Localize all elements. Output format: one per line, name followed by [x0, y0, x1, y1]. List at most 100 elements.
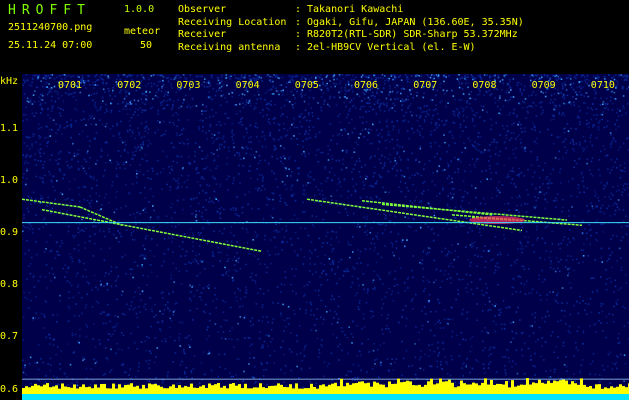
activity-bar-segment — [118, 384, 121, 394]
activity-bar-segment — [598, 384, 601, 394]
activity-bar-segment — [22, 387, 25, 394]
activity-bar-segment — [301, 388, 304, 394]
activity-bar-segment — [580, 378, 583, 394]
activity-bar-segment — [259, 383, 262, 394]
activity-bar-segment — [172, 384, 175, 394]
activity-bar-segment — [169, 386, 172, 394]
info-value: R820T2(RTL-SDR) SDR-Sharp 53.372MHz — [307, 29, 518, 40]
activity-bar-segment — [124, 385, 127, 394]
activity-bar-segment — [490, 379, 493, 394]
activity-bar-segment — [205, 387, 208, 394]
activity-bar-segment — [553, 380, 556, 394]
activity-bar-segment — [247, 388, 250, 394]
x-tick-label: 0703 — [176, 80, 201, 91]
activity-bar-segment — [529, 384, 532, 394]
activity-bar-segment — [46, 383, 49, 394]
activity-bar-segment — [481, 382, 484, 394]
spectrogram-plot — [22, 74, 629, 400]
info-colon: : — [295, 41, 302, 53]
activity-bar-segment — [211, 385, 214, 394]
activity-bar-segment — [478, 385, 481, 394]
activity-bar-segment — [460, 380, 463, 394]
activity-bar-segment — [265, 388, 268, 394]
date-time: 25.11.24 07:00 — [8, 40, 93, 51]
activity-bar-segment — [178, 385, 181, 394]
activity-bar-segment — [322, 384, 325, 394]
activity-bar-segment — [175, 387, 178, 394]
activity-bar-segment — [256, 387, 259, 394]
activity-bar-segment — [277, 383, 280, 394]
activity-bar-segment — [466, 384, 469, 394]
x-tick-label: 0708 — [472, 80, 497, 91]
activity-bar-segment — [52, 386, 55, 394]
activity-bar-segment — [49, 387, 52, 394]
info-colon: : — [295, 16, 302, 28]
activity-bar-segment — [262, 387, 265, 394]
activity-bar-segment — [145, 388, 148, 394]
activity-bar-segment — [292, 388, 295, 394]
activity-bar-segment — [307, 388, 310, 394]
activity-bar-segment — [202, 385, 205, 394]
baseline-strip — [22, 394, 629, 400]
activity-bar-segment — [379, 384, 382, 394]
activity-bar-segment — [568, 384, 571, 394]
activity-bar-segment — [427, 381, 430, 394]
x-tick-label: 0709 — [531, 80, 556, 91]
activity-bar-segment — [121, 387, 124, 394]
plot-background — [22, 74, 629, 400]
activity-bar-segment — [181, 387, 184, 394]
info-value: 2el-HB9CV Vertical (el. E-W) — [307, 41, 476, 53]
meteor-count: 50 — [140, 40, 153, 51]
activity-bar-segment — [208, 383, 211, 394]
activity-bar-segment — [97, 387, 100, 394]
activity-bar-segment — [412, 385, 415, 394]
activity-bar-segment — [331, 383, 334, 394]
activity-bar-segment — [199, 386, 202, 394]
activity-bar-segment — [391, 383, 394, 394]
activity-bar-segment — [280, 384, 283, 394]
activity-bar-segment — [592, 388, 595, 394]
activity-bar-segment — [64, 386, 67, 394]
activity-bar-segment — [148, 383, 151, 394]
activity-bar-segment — [463, 383, 466, 394]
activity-bar-segment — [451, 382, 454, 394]
activity-bar-segment — [625, 387, 628, 394]
activity-bar-segment — [562, 379, 565, 394]
activity-bar-segment — [160, 386, 163, 394]
activity-bar-segment — [40, 386, 43, 394]
activity-bar-segment — [571, 381, 574, 394]
y-tick-label: 0.7 — [0, 331, 19, 343]
activity-bar-segment — [328, 384, 331, 394]
activity-bar-segment — [343, 386, 346, 394]
activity-bar-segment — [217, 383, 220, 394]
activity-bar-segment — [334, 382, 337, 394]
activity-bar-segment — [133, 386, 136, 394]
activity-bar-segment — [166, 388, 169, 394]
activity-bar-segment — [235, 385, 238, 394]
activity-bar-segment — [94, 384, 97, 394]
activity-bar-segment — [55, 385, 58, 394]
activity-bar-segment — [376, 382, 379, 394]
y-tick-label: 1.0 — [0, 174, 19, 186]
header: HROFFT 1.0.0 2511240700.png meteor 25.11… — [0, 0, 629, 74]
activity-bar-segment — [607, 388, 610, 394]
activity-bar-segment — [184, 385, 187, 394]
activity-bar-segment — [613, 387, 616, 394]
activity-bar-segment — [505, 381, 508, 394]
activity-bar-segment — [445, 381, 448, 394]
activity-bar-segment — [406, 380, 409, 394]
activity-bar-segment — [61, 383, 64, 394]
station-info: Observer: Takanori Kawachi Receiving Loca… — [178, 4, 524, 54]
activity-bar-segment — [385, 387, 388, 394]
activity-bar-segment — [394, 383, 397, 394]
activity-bar-segment — [253, 387, 256, 394]
activity-bar-segment — [163, 388, 166, 394]
activity-bar-segment — [514, 386, 517, 394]
activity-bar-segment — [589, 385, 592, 394]
activity-bar-segment — [409, 381, 412, 394]
activity-bar-segment — [349, 384, 352, 394]
activity-bar-segment — [190, 383, 193, 394]
activity-bar-segment — [220, 387, 223, 394]
activity-bar-segment — [238, 384, 241, 394]
file-name: 2511240700.png — [8, 22, 93, 33]
